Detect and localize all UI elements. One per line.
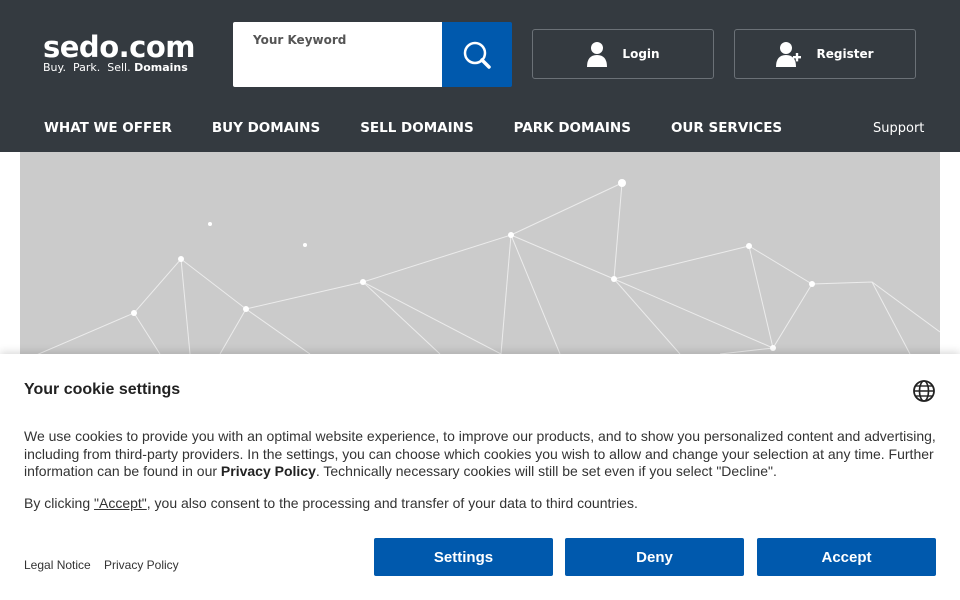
cookie-description: We use cookies to provide you with an op…: [24, 428, 940, 481]
accept-inline-link[interactable]: "Accept": [94, 495, 147, 511]
settings-button[interactable]: Settings: [374, 538, 553, 576]
search-icon: [463, 41, 491, 69]
user-add-icon: [776, 41, 802, 67]
search-placeholder: Your Keyword: [253, 33, 347, 47]
register-label: Register: [816, 47, 874, 61]
login-button[interactable]: Login: [532, 29, 714, 79]
legal-notice-link[interactable]: Legal Notice: [24, 558, 91, 572]
search-input[interactable]: Your Keyword: [233, 22, 442, 87]
search-button[interactable]: [442, 22, 512, 87]
nav-sell-domains[interactable]: SELL DOMAINS: [360, 120, 473, 136]
cookie-text-part2: . Technically necessary cookies will sti…: [315, 463, 777, 479]
deny-button[interactable]: Deny: [565, 538, 744, 576]
hero-banner: [20, 152, 940, 354]
site-header: sedo.com Buy. Park. Sell. Domains Your K…: [0, 0, 960, 152]
privacy-policy-inline-link[interactable]: Privacy Policy: [221, 463, 316, 479]
nav-our-services[interactable]: OUR SERVICES: [671, 120, 782, 136]
nav-buy-domains[interactable]: BUY DOMAINS: [212, 120, 320, 136]
accept-button[interactable]: Accept: [757, 538, 936, 576]
register-button[interactable]: Register: [734, 29, 916, 79]
privacy-policy-link[interactable]: Privacy Policy: [104, 558, 179, 572]
logo-tagline: Buy. Park. Sell. Domains: [43, 62, 195, 74]
consent-after: , you also consent to the processing and…: [146, 495, 638, 511]
user-icon: [586, 41, 608, 67]
login-label: Login: [622, 47, 660, 61]
logo-name: sedo.com: [43, 30, 195, 64]
cookie-consent-note: By clicking "Accept", you also consent t…: [24, 495, 638, 511]
cookie-banner: Your cookie settings We use cookies to p…: [0, 354, 960, 600]
nav-park-domains[interactable]: PARK DOMAINS: [514, 120, 631, 136]
logo-tagline-bold: Domains: [134, 61, 188, 74]
sedo-logo[interactable]: sedo.com Buy. Park. Sell. Domains: [43, 32, 195, 74]
globe-icon[interactable]: [912, 379, 936, 408]
support-link[interactable]: Support: [873, 121, 924, 136]
cookie-title: Your cookie settings: [24, 381, 181, 398]
network-background-image: [37, 179, 940, 354]
main-nav: WHAT WE OFFER BUY DOMAINS SELL DOMAINS P…: [44, 120, 822, 136]
consent-before: By clicking: [24, 495, 95, 511]
nav-what-we-offer[interactable]: WHAT WE OFFER: [44, 120, 172, 136]
logo-tagline-plain: Buy. Park. Sell.: [43, 61, 131, 74]
